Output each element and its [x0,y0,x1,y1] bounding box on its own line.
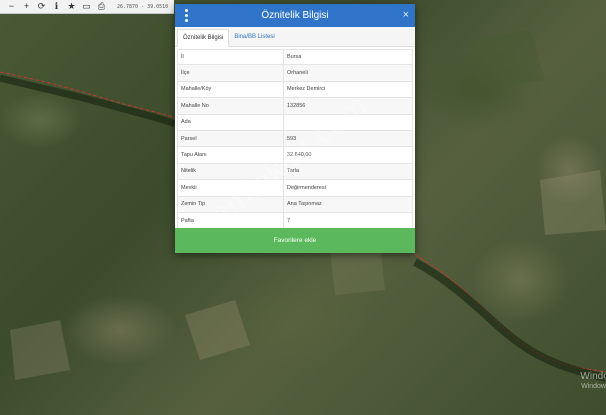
attribute-value: 7 [287,217,291,224]
add-to-favorites-button[interactable]: Favorilere ekle [175,228,415,253]
tab-attribute-info[interactable]: Öznitelik Bilgisi [177,29,230,47]
minus-icon[interactable]: − [4,0,19,14]
folder-icon[interactable]: ▭ [79,0,94,14]
kebab-menu-icon[interactable] [184,9,188,22]
table-row: İlçe Orhaneli [177,65,413,82]
river-band-left [0,74,177,128]
dialog-tabs: Öznitelik Bilgisi Bina/BB Listesi [175,27,415,47]
attribute-key: Parsel [178,130,284,147]
table-row: Ada [177,114,413,131]
attribute-key: İlçe [178,65,284,81]
attribute-value: Orhaneli [287,70,308,77]
close-icon[interactable]: × [403,8,409,22]
attribute-key: İl [178,50,284,65]
table-row: Mahalle No 132856 [177,98,413,115]
attribute-value: Değirmenderesi [287,184,326,191]
attribute-key: Mahalle No [178,98,284,114]
plus-icon[interactable]: + [19,0,34,14]
parcel-boundary-line-right [414,254,606,373]
dialog-title: Öznitelik Bilgisi [261,10,329,21]
river-band-right [413,258,606,382]
table-row: Mahalle/Köy Merkez Demirci [177,81,413,99]
table-row: Mevkii Değirmenderesi [177,180,413,197]
info-icon[interactable]: ℹ [49,0,64,14]
field-patch [185,300,250,360]
parcel-boundary-line-left [0,71,176,119]
attribute-value: Bursa [287,54,302,61]
os-activation-watermark-sub: Window [581,383,606,390]
refresh-icon[interactable]: ⟳ [34,0,49,14]
os-activation-watermark: Window [580,371,606,382]
field-patch [10,320,70,380]
attribute-key: Ada [178,114,284,130]
attribute-key: Mahalle/Köy [178,81,284,98]
field-patch [470,30,545,90]
field-patch [540,170,606,235]
dialog-header: Öznitelik Bilgisi × [175,4,415,27]
star-icon[interactable]: ★ [64,0,79,14]
attribute-value: Ana Taşınmaz [287,201,322,208]
map-toolbar: − + ⟳ ℹ ★ ▭ ⎙ 26.7870 - 39.0510 [0,0,174,14]
attribute-info-dialog: Öznitelik Bilgisi × Öznitelik Bilgisi Bi… [175,4,415,253]
coordinate-readout: 26.7870 - 39.0510 [117,3,169,10]
tab-building-list[interactable]: Bina/BB Listesi [229,28,279,46]
table-row: İl Bursa [177,49,413,66]
print-icon[interactable]: ⎙ [94,0,109,14]
